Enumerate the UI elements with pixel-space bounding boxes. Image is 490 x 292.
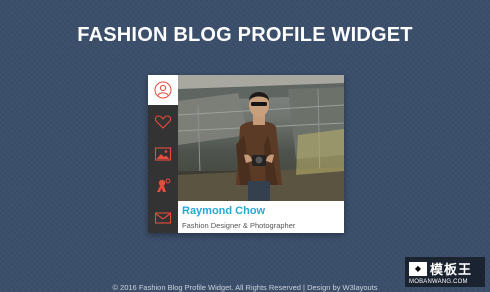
user-icon	[154, 81, 172, 99]
profile-widget: Raymond Chow Fashion Designer & Photogra…	[148, 75, 344, 233]
sidebar-item-profile[interactable]	[148, 75, 178, 105]
sidebar-item-favorites[interactable]	[148, 107, 178, 137]
photographer-portrait	[178, 75, 344, 201]
social-icon	[157, 178, 171, 192]
profile-info: Raymond Chow Fashion Designer & Photogra…	[178, 201, 344, 233]
sidebar-item-gallery[interactable]	[148, 139, 178, 169]
widget-sidebar	[148, 75, 178, 233]
profile-photo	[178, 75, 344, 201]
sidebar-item-contact[interactable]	[148, 203, 178, 233]
profile-role: Fashion Designer & Photographer	[182, 221, 296, 230]
watermark-domain: MOBANWANG.COM	[409, 279, 468, 285]
page-title: FASHION BLOG PROFILE WIDGET	[77, 24, 413, 46]
mail-icon	[154, 212, 172, 224]
watermark-badge: ◆ 模板王 MOBANWANG.COM	[405, 257, 485, 287]
heart-icon	[154, 115, 172, 129]
image-icon	[154, 147, 172, 161]
profile-name[interactable]: Raymond Chow	[182, 205, 265, 217]
watermark-logo-icon: ◆	[409, 261, 427, 276]
sidebar-item-social[interactable]	[148, 171, 178, 201]
watermark-brand: 模板王	[430, 262, 473, 277]
